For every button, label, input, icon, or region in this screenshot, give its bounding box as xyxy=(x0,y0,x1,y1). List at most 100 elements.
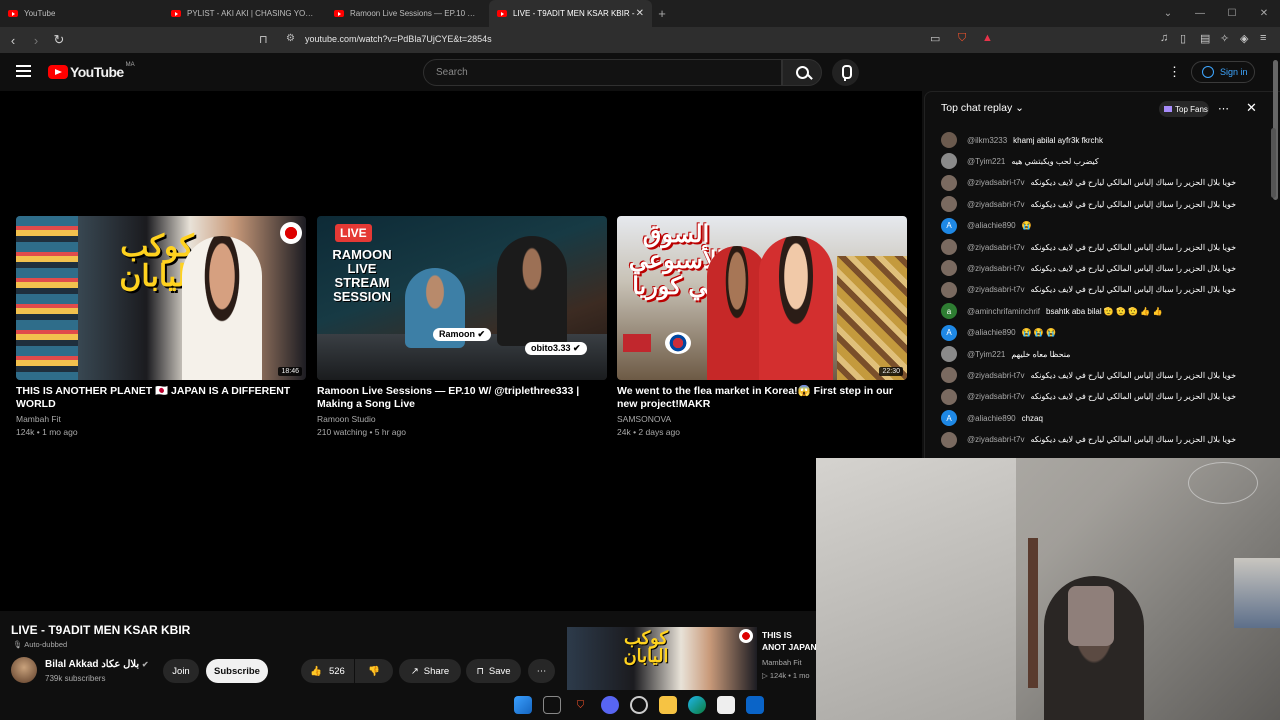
chat-avatar[interactable] xyxy=(941,260,957,277)
dislike-button[interactable]: 👎 xyxy=(355,659,393,683)
recommended-title[interactable]: THIS IS ANOT JAPAN IS A D xyxy=(762,629,817,653)
chat-avatar[interactable] xyxy=(941,196,957,213)
join-button[interactable]: Join xyxy=(163,659,199,683)
brave-shield-icon[interactable]: ⛉ xyxy=(958,32,966,45)
chat-message[interactable]: @Tyim221 منحظا معاه خليهم xyxy=(941,346,1070,362)
forward-button[interactable]: › xyxy=(26,33,46,48)
chat-avatar[interactable]: a xyxy=(941,303,957,320)
youtube-logo[interactable]: YouTube MA xyxy=(48,62,135,80)
chat-message[interactable]: A @aliachie890 😭 xyxy=(941,217,1032,234)
end-card-thumbnail[interactable]: كوكب اليابان 18:46 xyxy=(16,216,306,380)
sign-in-button[interactable]: Sign in xyxy=(1191,61,1255,83)
chat-message[interactable]: @ziyadsabri-t7v خويا بلال الحزير را سباك … xyxy=(941,239,1236,255)
like-button[interactable]: 👍 526 xyxy=(301,659,354,683)
chat-message[interactable]: a @aminchrifaminchrif bsahtk aba bilal 🫡 🫡… xyxy=(941,303,1163,320)
browser-tab[interactable]: PYLIST - AKI AKI | CHASING YOUR C xyxy=(163,0,326,27)
bookmark-icon[interactable]: ⊓ xyxy=(259,33,268,46)
chat-author[interactable]: @aliachie890 xyxy=(967,221,1016,230)
chat-message[interactable]: @Tyim221 كيضرب لحب ويكبتشي هيه xyxy=(941,153,1099,170)
minimize-button[interactable]: — xyxy=(1184,8,1216,19)
url-field[interactable]: youtube.com/watch?v=PdBla7UjCYE&t=2854s xyxy=(305,34,492,44)
chat-author[interactable]: @ziyadsabri-t7v xyxy=(967,264,1024,273)
channel-name[interactable]: Bilal Akkad بلال عكاد ✔ xyxy=(45,659,149,670)
more-actions-button[interactable]: ⋯ xyxy=(528,659,555,683)
end-card[interactable]: السوق الأسبوعي في كوريا 22:30 We went to… xyxy=(617,216,907,437)
end-card-thumbnail[interactable]: السوق الأسبوعي في كوريا 22:30 xyxy=(617,216,907,380)
menu-icon[interactable]: ≡ xyxy=(1260,32,1266,44)
chat-avatar[interactable] xyxy=(941,367,957,384)
close-window-button[interactable]: ✕ xyxy=(1248,8,1280,19)
sidebar-icon[interactable]: ▯ xyxy=(1180,32,1186,45)
discord-icon[interactable] xyxy=(600,696,619,714)
save-button[interactable]: ⊓ Save xyxy=(466,659,521,683)
media-icon[interactable]: ♫ xyxy=(1160,32,1168,44)
chat-author[interactable]: @aliachie890 xyxy=(967,328,1016,337)
chat-author[interactable]: @aminchrifaminchrif xyxy=(967,307,1040,316)
back-button[interactable]: ‹ xyxy=(3,33,23,48)
reload-button[interactable]: ↻ xyxy=(49,32,69,48)
end-card-title[interactable]: Ramoon Live Sessions — EP.10 W/ @triplet… xyxy=(317,385,607,411)
chat-avatar[interactable] xyxy=(941,132,957,148)
chat-message[interactable]: @ilkm3233 khamj abilal ayfr3k fkrchk xyxy=(941,132,1103,148)
wallet-icon[interactable]: ▤ xyxy=(1200,32,1210,45)
end-card-title[interactable]: THIS IS ANOTHER PLANET 🇯🇵 JAPAN IS A DIF… xyxy=(16,385,306,411)
chat-avatar[interactable] xyxy=(941,239,957,255)
mail-icon[interactable] xyxy=(745,696,764,714)
search-input[interactable]: Search xyxy=(423,59,782,86)
chat-avatar[interactable] xyxy=(941,281,957,298)
share-button[interactable]: ↗ Share xyxy=(399,659,461,683)
brave-icon[interactable]: ⛉ xyxy=(572,696,590,714)
edge-icon[interactable] xyxy=(687,696,706,714)
site-info-icon[interactable]: ⚙ xyxy=(286,33,295,44)
leo-icon[interactable]: ✧ xyxy=(1220,32,1229,45)
chat-author[interactable]: @ilkm3233 xyxy=(967,136,1007,145)
chat-message[interactable]: @ziyadsabri-t7v خويا بلال الحزير را سباك … xyxy=(941,388,1236,405)
file-explorer-icon[interactable] xyxy=(658,696,677,714)
chat-author[interactable]: @ziyadsabri-t7v xyxy=(967,200,1024,209)
chat-more-icon[interactable]: ⋯ xyxy=(1218,102,1229,115)
hamburger-menu-icon[interactable] xyxy=(16,65,31,77)
chat-avatar[interactable] xyxy=(941,346,957,362)
close-chat-button[interactable]: ✕ xyxy=(1246,100,1257,116)
end-card-thumbnail[interactable]: LIVE RAMOON LIVE STREAM SESSION Ramoon ✔… xyxy=(317,216,607,380)
chat-avatar[interactable]: A xyxy=(941,410,957,427)
chat-message[interactable]: @ziyadsabri-t7v خويا بلال الحزير را سباك … xyxy=(941,260,1236,277)
chat-message[interactable]: @ziyadsabri-t7v خويا بلال الحزير را سباك … xyxy=(941,174,1236,191)
brave-rewards-icon[interactable]: ▲ xyxy=(982,32,993,44)
task-view-icon[interactable] xyxy=(542,696,561,714)
chat-message[interactable]: @ziyadsabri-t7v خويا بلال الحزير را سباك … xyxy=(941,431,1236,448)
chat-message[interactable]: @ziyadsabri-t7v خويا بلال الحزير را سباك … xyxy=(941,281,1236,298)
obs-icon[interactable] xyxy=(629,696,648,714)
chat-avatar[interactable]: A xyxy=(941,324,957,341)
chat-message[interactable]: @ziyadsabri-t7v خويا بلال الحزير را سباك … xyxy=(941,367,1236,384)
vpn-icon[interactable]: ◈ xyxy=(1240,32,1248,45)
chat-avatar[interactable] xyxy=(941,174,957,191)
top-fans-button[interactable]: Top Fans xyxy=(1159,101,1209,117)
settings-kebab-icon[interactable]: ⋮ xyxy=(1168,64,1181,80)
chat-author[interactable]: @Tyim221 xyxy=(967,350,1005,359)
windows-icon[interactable] xyxy=(513,696,532,714)
chat-author[interactable]: @ziyadsabri-t7v xyxy=(967,392,1024,401)
chevron-down-icon[interactable]: ⌄ xyxy=(1152,8,1184,19)
chat-avatar[interactable] xyxy=(941,431,957,448)
chat-avatar[interactable]: A xyxy=(941,217,957,234)
search-button[interactable] xyxy=(782,59,822,86)
chat-message[interactable]: @ziyadsabri-t7v خويا بلال الحزير را سباك … xyxy=(941,196,1236,213)
chat-scrollbar[interactable] xyxy=(1271,128,1276,198)
browser-tab[interactable]: LIVE - T9ADIT MEN KSAR KBIR - ✕ xyxy=(489,0,652,27)
end-card[interactable]: LIVE RAMOON LIVE STREAM SESSION Ramoon ✔… xyxy=(317,216,607,437)
end-card-title[interactable]: We went to the flea market in Korea!😱 Fi… xyxy=(617,385,907,411)
channel-avatar[interactable] xyxy=(11,657,37,683)
chat-message[interactable]: A @aliachie890 chzaq xyxy=(941,410,1043,427)
recommended-thumbnail[interactable]: كوكب اليابان xyxy=(567,627,757,690)
new-tab-button[interactable]: + xyxy=(652,6,672,21)
chat-avatar[interactable] xyxy=(941,153,957,170)
chat-avatar[interactable] xyxy=(941,388,957,405)
browser-tab[interactable]: YouTube xyxy=(0,0,163,27)
chat-author[interactable]: @ziyadsabri-t7v xyxy=(967,178,1024,187)
chat-author[interactable]: @ziyadsabri-t7v xyxy=(967,285,1024,294)
chat-author[interactable]: @ziyadsabri-t7v xyxy=(967,371,1024,380)
close-tab-icon[interactable]: ✕ xyxy=(636,8,644,19)
chat-author[interactable]: @aliachie890 xyxy=(967,414,1016,423)
end-card-channel[interactable]: Mambah Fit xyxy=(16,414,306,424)
